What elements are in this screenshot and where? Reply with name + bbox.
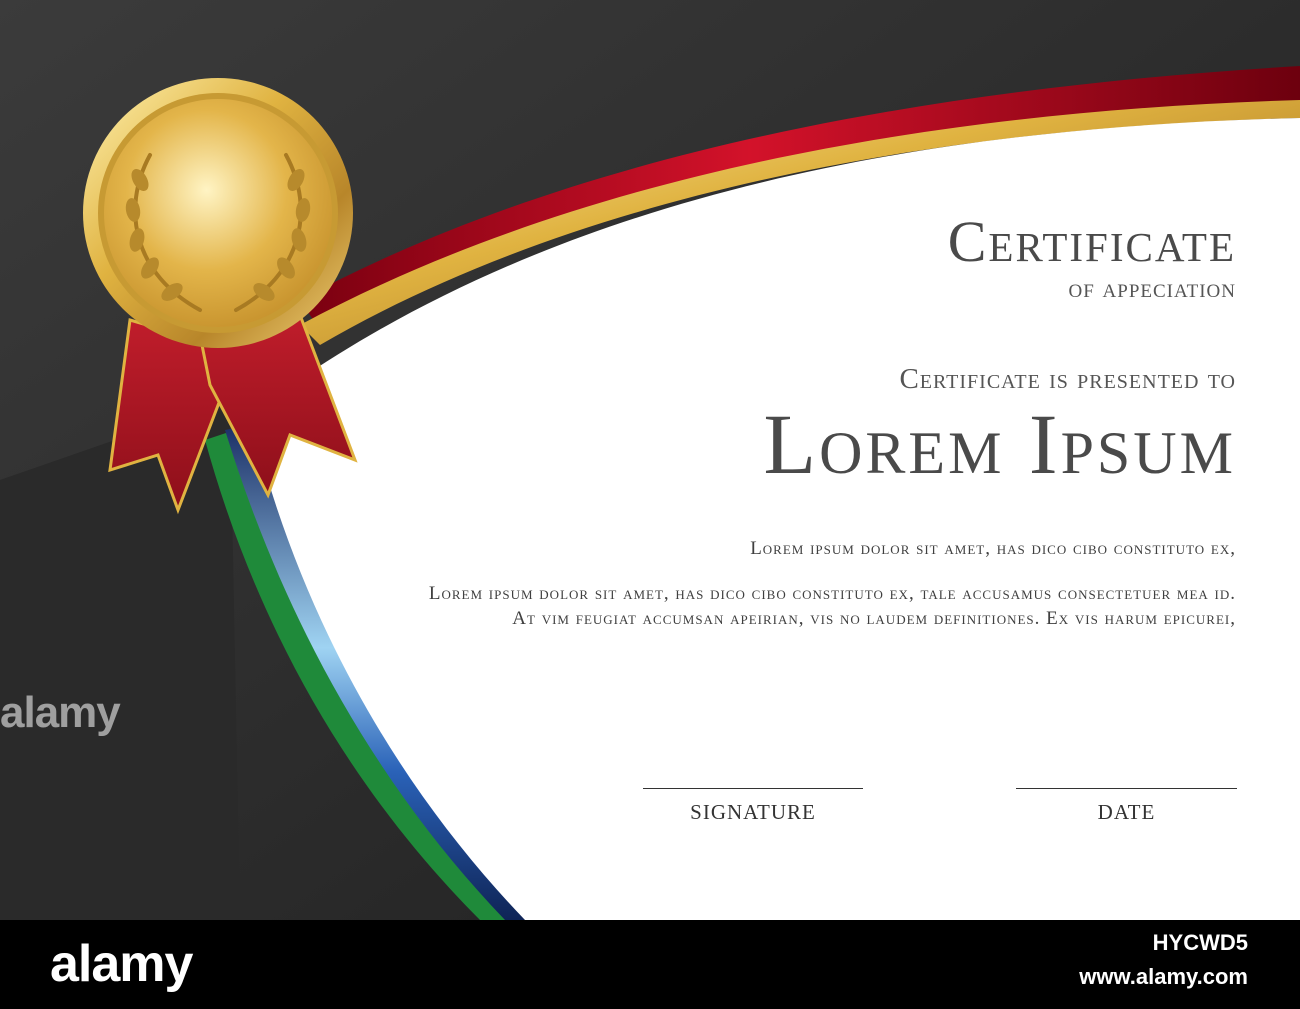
footer-url: www.alamy.com bbox=[1079, 964, 1248, 989]
body-text-line: Lorem ipsum dolor sit amet, has dico cib… bbox=[750, 538, 1236, 559]
gold-medal-icon bbox=[83, 78, 353, 348]
footer-logo: alamy bbox=[50, 935, 193, 993]
body-text-line: Lorem ipsum dolor sit amet, has dico cib… bbox=[428, 583, 1236, 604]
date-line bbox=[1016, 788, 1237, 789]
presented-to-text: Certificate is presented to bbox=[899, 363, 1236, 395]
body-text-line: At vim feugiat accumsan apeirian, vis no… bbox=[512, 608, 1236, 629]
recipient-name: Lorem Ipsum bbox=[763, 396, 1236, 492]
date-label: DATE bbox=[1097, 800, 1156, 824]
certificate-title: Certificate bbox=[947, 209, 1236, 274]
signature-line bbox=[643, 788, 863, 789]
certificate-subtitle: of appeciation bbox=[1068, 273, 1236, 303]
signature-label: SIGNATURE bbox=[690, 800, 816, 824]
side-watermark: alamy bbox=[0, 688, 121, 737]
footer-bar: alamy HYCWD5 www.alamy.com bbox=[0, 920, 1300, 1009]
certificate: Certificate of appeciation Certificate i… bbox=[0, 0, 1300, 920]
image-id: HYCWD5 bbox=[1152, 930, 1248, 955]
dark-panel-fold bbox=[0, 400, 240, 920]
